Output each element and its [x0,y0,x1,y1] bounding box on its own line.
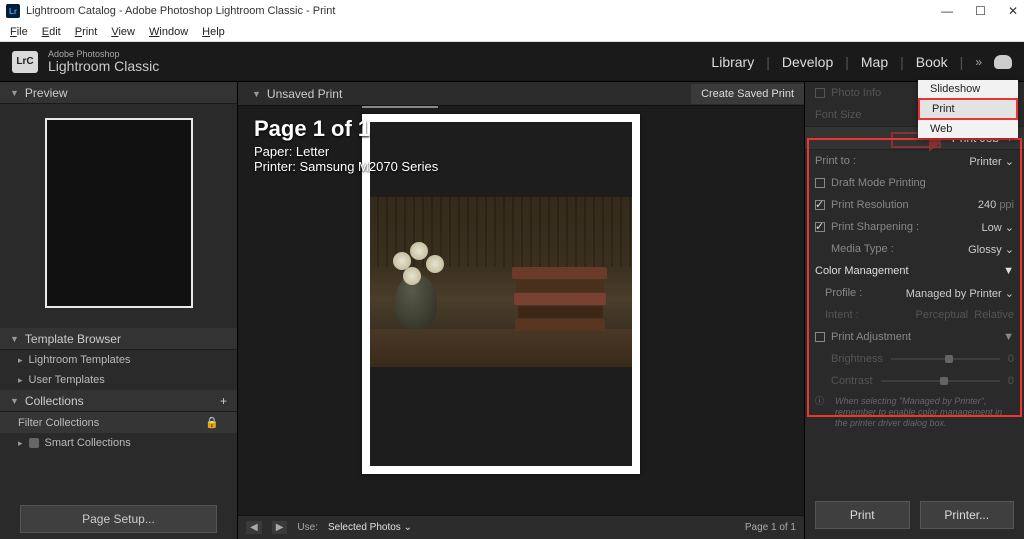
print-canvas[interactable]: Page 1 of 1 Paper: Letter Printer: Samsu… [238,106,804,515]
chevron-down-icon: ▼ [1003,331,1014,343]
brand-icon: LrC [12,51,38,73]
tab-unsaved-print[interactable]: ▼Unsaved Print [238,87,356,101]
checkbox-icon[interactable] [815,222,825,232]
use-label: Use: [297,522,318,533]
close-icon[interactable]: ✕ [1008,4,1018,18]
tpl-user[interactable]: ▸User Templates [0,370,237,390]
module-overflow-menu: Slideshow Print Web [918,80,1018,138]
chevron-down-icon: ▼ [10,88,19,98]
chevron-right-icon: ▸ [18,375,23,386]
overflow-web[interactable]: Web [918,120,1018,138]
preview-header[interactable]: ▼Preview [0,82,237,104]
app-header: LrC Adobe Photoshop Lightroom Classic Li… [0,42,1024,82]
add-collection-icon[interactable]: + [220,394,227,408]
module-book[interactable]: Book [916,54,948,70]
window-title: Lightroom Catalog - Adobe Photoshop Ligh… [26,5,335,17]
chevron-down-icon: ▼ [252,89,261,99]
page-info-overlay: Page 1 of 1 Paper: Letter Printer: Samsu… [254,116,438,174]
chevron-down-icon: ▼ [10,334,19,344]
tpl-lightroom[interactable]: ▸Lightroom Templates [0,350,237,370]
brand-main: Lightroom Classic [48,59,159,73]
module-map[interactable]: Map [861,54,888,70]
module-develop[interactable]: Develop [782,54,833,70]
print-photo[interactable] [370,197,632,367]
overflow-print[interactable]: Print [918,98,1018,120]
filter-lock-icon[interactable]: 🔒 [205,416,219,429]
page-indicator: Page 1 of 1 [745,522,796,533]
next-page-icon[interactable]: ▶ [272,521,288,534]
preview-area [0,104,237,328]
menu-view[interactable]: View [105,24,141,40]
chevron-down-icon: ▼ [10,396,19,406]
use-selection-dropdown[interactable]: Selected Photos ⌄ [328,522,412,533]
app-icon: Lr [6,4,20,18]
menu-help[interactable]: Help [196,24,231,40]
checkbox-icon[interactable] [815,332,825,342]
module-picker: Library| Develop| Map| Book| » Slideshow… [711,54,1012,70]
cell-dimensions-badge: 8.167 x 4.577 in [362,106,438,108]
intent-row: Intent :Perceptual Relative [805,304,1024,326]
color-mgmt-header[interactable]: Color Management▼ [805,260,1024,282]
smart-collections[interactable]: ▸Smart Collections [0,433,237,453]
draft-mode-row[interactable]: Draft Mode Printing [805,172,1024,194]
prev-page-icon[interactable]: ◀ [246,521,262,534]
overflow-slideshow[interactable]: Slideshow [918,80,1018,98]
menu-file[interactable]: File [4,24,34,40]
menu-print[interactable]: Print [69,24,104,40]
collections-header[interactable]: ▼Collections+ [0,390,237,412]
create-saved-print-button[interactable]: Create Saved Print [691,84,804,104]
menu-edit[interactable]: Edit [36,24,67,40]
right-panel: Photo Info Font Size Print Job▼ Print to… [804,82,1024,539]
info-note: When selecting "Managed by Printer", rem… [805,392,1024,432]
media-type-row[interactable]: Media Type :Glossy ⌄ [805,238,1024,260]
collection-icon [29,438,39,448]
profile-row[interactable]: Profile :Managed by Printer ⌄ [805,282,1024,304]
window-titlebar: Lr Lightroom Catalog - Adobe Photoshop L… [0,0,1024,22]
print-button[interactable]: Print [815,501,910,529]
checkbox-icon[interactable] [815,200,825,210]
template-browser-header[interactable]: ▼Template Browser [0,328,237,350]
left-panel: ▼Preview ▼Template Browser ▸Lightroom Te… [0,82,238,539]
menu-bar: File Edit Print View Window Help [0,22,1024,42]
chevron-down-icon: ▼ [1003,265,1014,277]
resolution-row[interactable]: Print Resolution240 ppi [805,194,1024,216]
print-adjustment-row[interactable]: Print Adjustment▼ [805,326,1024,348]
print-to-row[interactable]: Print to :Printer ⌄ [805,150,1024,172]
module-library[interactable]: Library [711,54,754,70]
minimize-icon[interactable]: — [941,4,953,18]
paper-label: Paper: Letter [254,144,438,159]
maximize-icon[interactable]: ☐ [975,4,986,18]
checkbox-icon[interactable] [815,88,825,98]
center-panel: ▼Unsaved Print Create Saved Print Page 1… [238,82,804,539]
sharpening-row[interactable]: Print Sharpening :Low ⌄ [805,216,1024,238]
filter-collections[interactable]: Filter Collections🔒 [0,412,237,433]
brightness-slider[interactable]: Brightness0 [805,348,1024,370]
center-toolbar: ◀ ▶ Use: Selected Photos ⌄ Page 1 of 1 [238,515,804,539]
contrast-slider[interactable]: Contrast0 [805,370,1024,392]
menu-window[interactable]: Window [143,24,194,40]
printer-label: Printer: Samsung M2070 Series [254,159,438,174]
page-counter: Page 1 of 1 [254,116,438,142]
preview-thumbnail[interactable] [45,118,193,308]
chevron-right-icon: ▸ [18,355,23,366]
cloud-sync-icon[interactable] [994,55,1012,69]
chevron-right-icon: ▸ [18,438,23,449]
module-overflow-icon[interactable]: » [975,55,982,69]
printer-settings-button[interactable]: Printer... [920,501,1015,529]
page-setup-button[interactable]: Page Setup... [20,505,217,533]
checkbox-icon[interactable] [815,178,825,188]
